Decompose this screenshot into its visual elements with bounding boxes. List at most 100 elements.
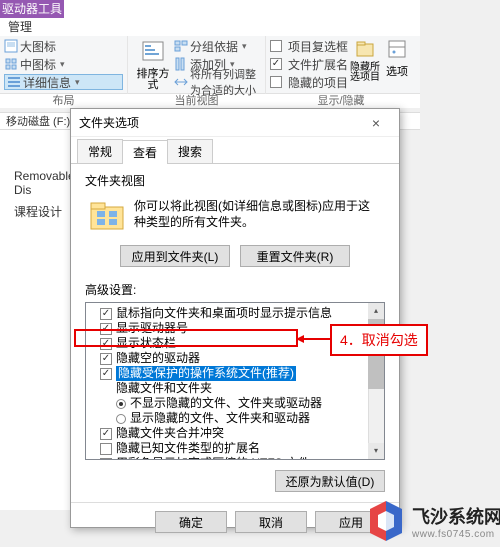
scroll-down-arrow[interactable]: ▾ (368, 443, 384, 459)
hide-selected-label: 隐藏所选项目 (348, 63, 382, 83)
checkbox-icon (270, 58, 282, 70)
tree-item-label: 显示驱动器号 (116, 321, 188, 336)
scroll-up-arrow[interactable]: ▴ (368, 303, 384, 319)
tree-item-label: 显示状态栏 (116, 336, 176, 351)
hide-selected-button[interactable]: 隐藏所选项目 (348, 38, 382, 92)
medium-icons-label: 中图标 (20, 56, 56, 73)
ribbon-body: 大图标 中图标▾ 详细信息▾ 布局 排序方式 分组依据▾ 添加列▾ (0, 36, 420, 94)
annotation-label: 4．取消勾选 (330, 324, 428, 356)
folder-options-dialog: 文件夹选项 × 常规 查看 搜索 文件夹视图 你可以将此视图(如详细信息或图标)… (70, 108, 400, 528)
chevron-down-icon: ▾ (75, 77, 80, 88)
restore-defaults-button[interactable]: 还原为默认值(D) (275, 470, 385, 492)
reset-folders-button[interactable]: 重置文件夹(R) (240, 245, 350, 267)
ribbon-context-title: 驱动器工具 (0, 0, 64, 18)
details-icon (7, 75, 21, 89)
logo-title: 飞沙系统网 (412, 503, 500, 529)
tree-item-highlighted[interactable]: 隐藏受保护的操作系统文件(推荐) (88, 366, 382, 381)
sort-by-label: 排序方式 (132, 69, 174, 91)
ok-button[interactable]: 确定 (155, 511, 227, 533)
tree-radio-item[interactable]: 显示隐藏的文件、文件夹和驱动器 (88, 411, 382, 426)
sort-by-button[interactable]: 排序方式 (132, 38, 174, 92)
tab-general[interactable]: 常规 (77, 139, 123, 163)
group-showhide-label: 显示/隐藏 (266, 92, 416, 108)
tree-item[interactable]: 用彩色显示加密或压缩的 NTFS 文件 (88, 456, 382, 460)
ribbon-group-currentview: 排序方式 分组依据▾ 添加列▾ 将所有列调整为合适的大小 当前视图 (128, 36, 266, 94)
tree-item-label: 鼠标指向文件夹和桌面项时显示提示信息 (116, 306, 332, 321)
tab-search[interactable]: 搜索 (167, 139, 213, 163)
tree-item-label: 隐藏空的驱动器 (116, 351, 200, 366)
cancel-button[interactable]: 取消 (235, 511, 307, 533)
group-currentview-label: 当前视图 (128, 92, 265, 108)
tree-item-label: 隐藏文件夹合并冲突 (116, 426, 224, 441)
tree-item-label: 显示隐藏的文件、文件夹和驱动器 (130, 411, 310, 426)
radio-icon[interactable] (116, 399, 126, 409)
group-layout-label: 布局 (0, 92, 127, 108)
file-extensions-label: 文件扩展名 (288, 56, 348, 73)
tree-item-label: 不显示隐藏的文件、文件夹或驱动器 (130, 396, 322, 411)
folder-view-label: 文件夹视图 (85, 172, 385, 189)
sort-icon (139, 38, 167, 66)
medium-icons-icon (4, 57, 18, 71)
site-logo: 飞沙系统网 www.fs0745.com (364, 499, 500, 543)
details-option[interactable]: 详细信息 ▾ (4, 74, 123, 90)
tree-item-label: 用彩色显示加密或压缩的 NTFS 文件 (116, 456, 310, 460)
checkbox-icon[interactable] (100, 338, 112, 350)
tree-item-label: 隐藏文件和文件夹 (116, 381, 212, 396)
checkbox-icon[interactable] (100, 443, 112, 455)
details-label: 详细信息 (23, 74, 71, 91)
size-all-columns-button[interactable]: 将所有列调整为合适的大小 (174, 74, 261, 90)
close-button[interactable]: × (361, 109, 391, 137)
tree-item[interactable]: 鼠标指向文件夹和桌面项时显示提示信息 (88, 306, 382, 321)
apply-to-folders-button[interactable]: 应用到文件夹(L) (120, 245, 230, 267)
logo-text: 飞沙系统网 www.fs0745.com (412, 503, 500, 540)
ribbon-tab-row: 管理 (0, 18, 40, 36)
resize-icon (174, 75, 188, 89)
dialog-footer: 确定 取消 应用 (71, 503, 399, 533)
options-icon (386, 38, 408, 60)
ribbon-group-layout: 大图标 中图标▾ 详细信息▾ 布局 (0, 36, 128, 94)
tree-item-label: 隐藏已知文件类型的扩展名 (116, 441, 260, 456)
checkbox-icon[interactable] (100, 308, 112, 320)
item-checkboxes-label: 项目复选框 (288, 38, 348, 55)
tab-view[interactable]: 查看 (122, 140, 168, 164)
hide-icon (354, 38, 376, 60)
chevron-down-icon: ▾ (242, 41, 247, 52)
checkbox-icon[interactable] (100, 458, 112, 461)
dialog-tabs: 常规 查看 搜索 (71, 139, 399, 164)
options-button[interactable]: 选项 (382, 38, 412, 92)
hidden-items-label: 隐藏的项目 (288, 74, 348, 91)
folder-view-section: 文件夹视图 你可以将此视图(如详细信息或图标)应用于这种类型的所有文件夹。 应用… (71, 164, 399, 275)
advanced-settings-label: 高级设置: (71, 281, 399, 298)
checkbox-icon[interactable] (100, 353, 112, 365)
folder-view-desc: 你可以将此视图(如详细信息或图标)应用于这种类型的所有文件夹。 (128, 194, 384, 236)
large-icons-icon (4, 39, 18, 53)
item-checkboxes-toggle[interactable]: 项目复选框 (270, 38, 348, 54)
chevron-down-icon: ▾ (60, 59, 65, 70)
dialog-titlebar: 文件夹选项 × (71, 109, 399, 137)
tree-item[interactable]: 隐藏已知文件类型的扩展名 (88, 441, 382, 456)
annotation-arrow-icon (296, 332, 332, 346)
large-icons-label: 大图标 (20, 38, 56, 55)
dialog-title: 文件夹选项 (79, 109, 139, 137)
group-by-icon (174, 39, 188, 53)
checkbox-icon[interactable] (100, 323, 112, 335)
add-column-icon (174, 57, 188, 71)
checkbox-icon[interactable] (100, 428, 112, 440)
checkbox-icon[interactable] (100, 368, 112, 380)
medium-icons-option[interactable]: 中图标 ▾ (4, 56, 123, 72)
tree-item[interactable]: 隐藏文件和文件夹 (88, 381, 382, 396)
tree-radio-item[interactable]: 不显示隐藏的文件、文件夹或驱动器 (88, 396, 382, 411)
radio-icon[interactable] (116, 414, 126, 424)
ribbon-tab-manage[interactable]: 管理 (0, 18, 40, 36)
hidden-items-toggle[interactable]: 隐藏的项目 (270, 74, 348, 90)
checkbox-icon (270, 40, 282, 52)
options-label: 选项 (382, 63, 412, 79)
logo-url: www.fs0745.com (412, 529, 500, 540)
checkbox-icon (270, 76, 282, 88)
file-extensions-toggle[interactable]: 文件扩展名 (270, 56, 348, 72)
large-icons-option[interactable]: 大图标 (4, 38, 123, 54)
tree-item[interactable]: 隐藏文件夹合并冲突 (88, 426, 382, 441)
group-by-button[interactable]: 分组依据▾ (174, 38, 261, 54)
ribbon-group-showhide: 项目复选框 文件扩展名 隐藏的项目 隐藏所选项目 选项 显示/隐藏 (266, 36, 416, 94)
tree-item-label: 隐藏受保护的操作系统文件(推荐) (116, 366, 296, 381)
